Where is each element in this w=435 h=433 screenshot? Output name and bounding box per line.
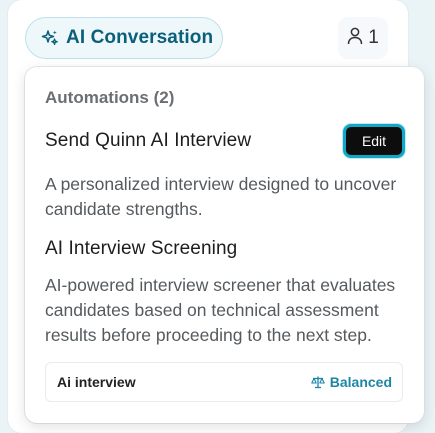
scale-icon <box>311 375 325 389</box>
automations-heading: Automations (2) <box>45 88 175 107</box>
automation-name: AI Interview Screening <box>45 238 238 259</box>
balanced-label: Balanced <box>329 374 392 390</box>
user-icon <box>347 27 363 50</box>
sparkles-icon <box>40 28 60 48</box>
automation-settings-bar: Ai interview Balanced <box>45 362 403 402</box>
automation-name: Send Quinn AI Interview <box>45 130 252 151</box>
automations-popover: Automations (2) Send Quinn AI Interview … <box>25 67 424 423</box>
automation-item: Send Quinn AI Interview Edit A personali… <box>45 124 405 222</box>
candidate-count[interactable]: 1 <box>338 17 388 59</box>
count-value: 1 <box>368 27 379 48</box>
automation-description: AI-powered interview screener that evalu… <box>45 275 396 345</box>
automation-item: AI Interview Screening AI-powered interv… <box>45 238 404 348</box>
automation-type-label: Ai interview <box>57 374 136 390</box>
automation-description: A personalized interview designed to unc… <box>45 174 397 219</box>
edit-button[interactable]: Edit <box>343 124 405 158</box>
balanced-mode-toggle[interactable]: Balanced <box>311 374 392 390</box>
ai-conversation-node-chip[interactable]: AI Conversation <box>25 17 223 59</box>
node-title: AI Conversation <box>66 27 214 48</box>
